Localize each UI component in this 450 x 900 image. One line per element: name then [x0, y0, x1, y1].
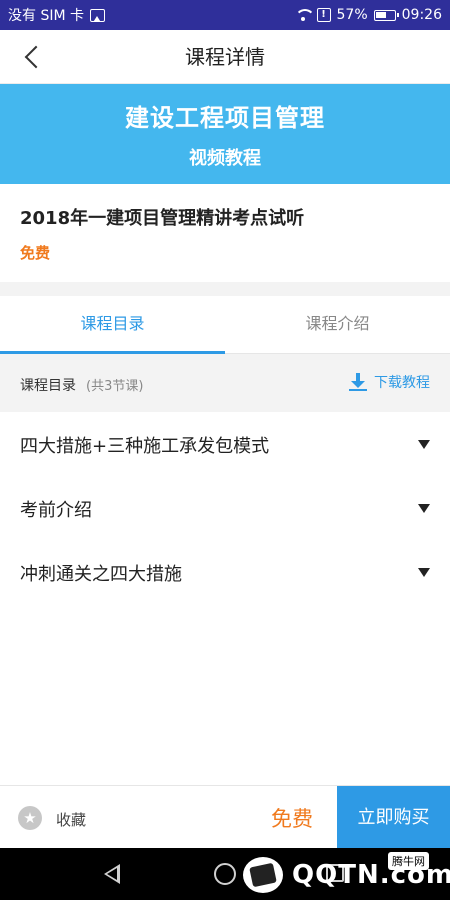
status-left: 没有 SIM 卡 — [8, 5, 105, 25]
download-label: 下载教程 — [374, 375, 430, 391]
sim-status: 没有 SIM 卡 — [8, 8, 84, 24]
lesson-title: 冲刺通关之四大措施 — [20, 564, 182, 585]
buy-now-button[interactable]: 立即购买 — [337, 786, 450, 849]
caret-down-icon[interactable] — [418, 504, 430, 513]
watermark-badge: 腾牛网 — [388, 852, 429, 870]
banner-title: 建设工程项目管理 — [125, 104, 325, 132]
image-notification-icon — [90, 8, 105, 22]
download-button[interactable]: 下载教程 — [348, 372, 430, 392]
caret-down-icon[interactable] — [418, 440, 430, 449]
wifi-icon — [294, 9, 315, 21]
status-bar: 没有 SIM 卡 ! 57% 09:26 — [0, 0, 450, 30]
lesson-title: 四大措施+三种施工承发包模式 — [20, 436, 270, 457]
download-icon — [348, 372, 368, 392]
tab-course-catalog[interactable]: 课程目录 — [0, 296, 225, 354]
lesson-count: (共3节课) — [86, 379, 144, 394]
catalog-label: 课程目录 — [20, 378, 76, 394]
course-name: 2018年一建项目管理精讲考点试听 — [20, 208, 305, 229]
star-icon[interactable]: ★ — [18, 806, 42, 830]
course-price: 免费 — [20, 244, 51, 262]
nav-back-icon[interactable] — [104, 864, 120, 884]
favorite-label[interactable]: 收藏 — [56, 809, 86, 830]
list-item[interactable]: 考前介绍 — [0, 476, 450, 540]
tab-bar: 课程目录 课程介绍 — [0, 296, 450, 354]
battery-percent: 57% — [336, 7, 368, 23]
catalog-header: 课程目录 (共3节课) 下载教程 — [0, 354, 450, 412]
caret-down-icon[interactable] — [418, 568, 430, 577]
clock: 09:26 — [401, 7, 442, 23]
watermark-logo-icon — [240, 854, 286, 896]
alert-icon: ! — [316, 8, 331, 22]
app-header: 课程详情 — [0, 30, 450, 84]
battery-icon — [373, 9, 399, 21]
tab-course-intro[interactable]: 课程介绍 — [225, 296, 450, 353]
section-divider — [0, 282, 450, 296]
banner-subtitle: 视频教程 — [189, 148, 261, 169]
bottom-action-bar: ★ 收藏 免费 立即购买 — [0, 785, 450, 849]
status-right: ! 57% 09:26 — [294, 7, 442, 23]
nav-home-icon[interactable] — [214, 863, 236, 885]
list-item[interactable]: 四大措施+三种施工承发包模式 — [0, 412, 450, 476]
bottom-price: 免费 — [271, 807, 313, 831]
page-title: 课程详情 — [185, 45, 265, 69]
lesson-title: 考前介绍 — [20, 500, 92, 521]
course-info: 2018年一建项目管理精讲考点试听 免费 — [0, 184, 450, 282]
course-banner: 建设工程项目管理 视频教程 — [0, 84, 450, 184]
list-item[interactable]: 冲刺通关之四大措施 — [0, 540, 450, 604]
watermark: QQTN.com 腾牛网 — [240, 850, 450, 900]
